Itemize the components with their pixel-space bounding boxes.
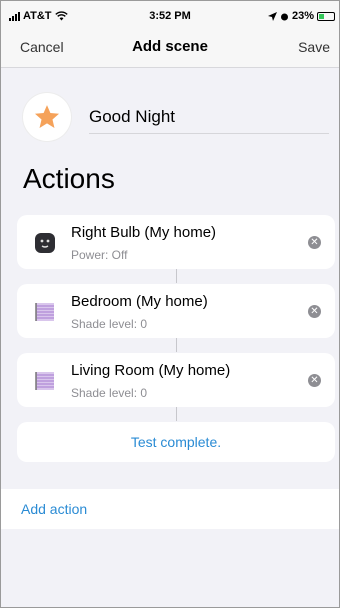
add-action-row[interactable]: Add action bbox=[1, 489, 339, 529]
page-title: Add scene bbox=[132, 38, 208, 55]
scene-name-field[interactable]: Good Night bbox=[89, 107, 329, 134]
connector-line bbox=[176, 407, 177, 421]
action-card[interactable]: Bedroom (My home) Shade level: 0 ✕ bbox=[17, 284, 335, 338]
action-name: Bedroom (My home) bbox=[71, 293, 208, 310]
shade-icon bbox=[35, 372, 54, 390]
scene-icon-button[interactable] bbox=[23, 93, 71, 141]
battery-percent: 23% bbox=[291, 10, 314, 22]
action-detail: Shade level: 0 bbox=[71, 317, 148, 331]
action-detail: Power: Off bbox=[71, 248, 128, 262]
action-name: Living Room (My home) bbox=[71, 362, 231, 379]
remove-action-icon[interactable]: ✕ bbox=[308, 305, 321, 318]
action-card[interactable]: Living Room (My home) Shade level: 0 ✕ bbox=[17, 353, 335, 407]
action-card[interactable]: Right Bulb (My home) Power: Off ✕ bbox=[17, 215, 335, 269]
connector-line bbox=[176, 269, 177, 283]
action-name: Right Bulb (My home) bbox=[71, 224, 217, 241]
alarm-icon bbox=[280, 13, 288, 20]
battery-icon bbox=[317, 11, 335, 21]
test-scene-button[interactable]: Test complete. bbox=[17, 422, 335, 462]
nav-bar: Cancel Add scene Save bbox=[1, 31, 339, 68]
plug-icon bbox=[35, 233, 55, 253]
actions-heading: Actions bbox=[23, 163, 115, 194]
remove-action-icon[interactable]: ✕ bbox=[308, 374, 321, 387]
shade-icon bbox=[35, 303, 54, 321]
save-button[interactable]: Save bbox=[298, 39, 330, 55]
add-action-label: Add action bbox=[21, 501, 88, 517]
status-right: 23% bbox=[267, 10, 335, 22]
location-icon bbox=[267, 11, 277, 21]
action-detail: Shade level: 0 bbox=[71, 386, 148, 400]
remove-action-icon[interactable]: ✕ bbox=[308, 236, 321, 249]
star-icon bbox=[34, 105, 60, 128]
connector-line bbox=[176, 338, 177, 352]
status-bar: AT&T 3:52 PM 23% bbox=[1, 1, 339, 31]
